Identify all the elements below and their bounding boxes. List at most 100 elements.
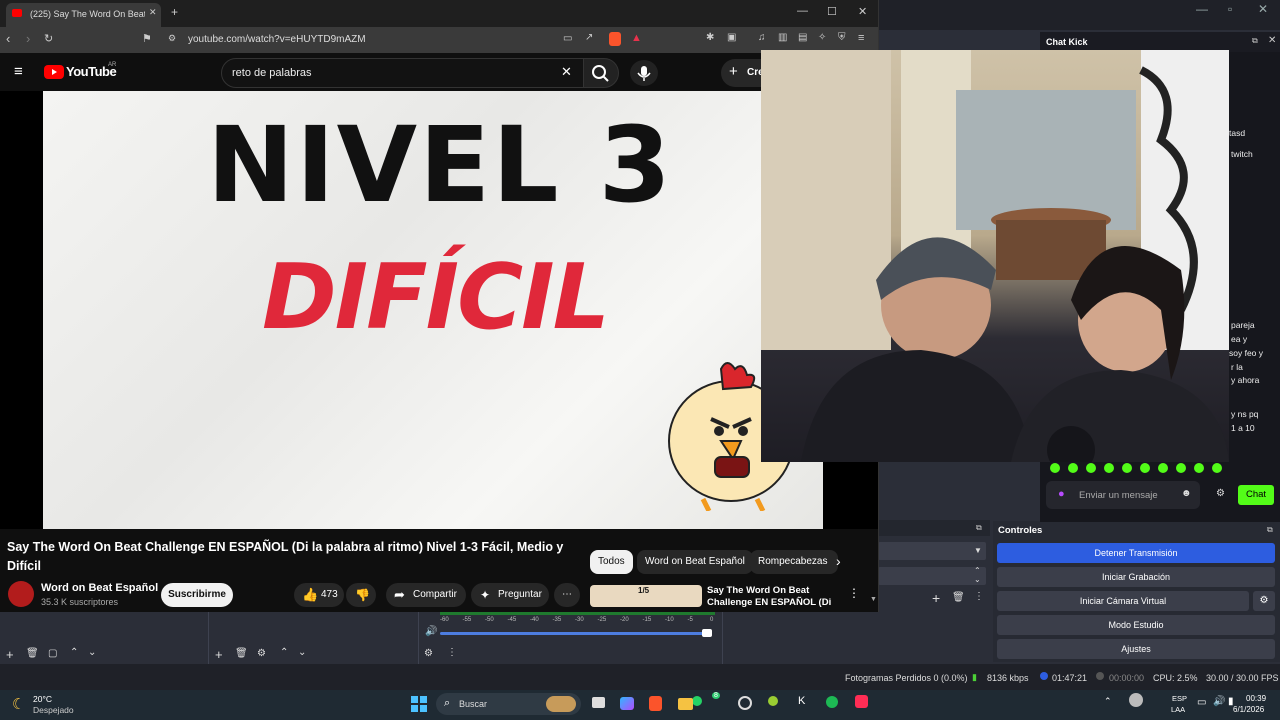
recommended-menu-icon[interactable]: ⋮	[848, 586, 860, 600]
recommended-thumbnail[interactable]: 1/5	[590, 585, 702, 607]
studio-mode-button[interactable]: Modo Estudio	[997, 615, 1275, 635]
screenshot-icon[interactable]: ▣	[727, 32, 736, 43]
chip-puzzles[interactable]: Rompecabezas	[750, 550, 838, 574]
clear-search-icon[interactable]: ✕	[561, 64, 572, 80]
duration-spinbox[interactable]	[878, 567, 986, 585]
chevron-up-icon[interactable]: ⌃	[1104, 696, 1112, 707]
virtual-camera-button[interactable]: Iniciar Cámara Virtual	[997, 591, 1249, 611]
windows-start-icon[interactable]	[410, 695, 428, 713]
transition-select[interactable]	[878, 542, 986, 560]
chip-channel[interactable]: Word on Beat Español	[637, 550, 753, 574]
hamburger-icon[interactable]: ≡	[14, 63, 23, 80]
close-icon[interactable]: ✕	[1268, 35, 1276, 46]
copilot-icon[interactable]	[620, 697, 634, 710]
tiktok-icon[interactable]	[855, 695, 868, 708]
dislike-button[interactable]: 👎	[346, 583, 376, 607]
dock-float-icon[interactable]: ⧉	[976, 523, 982, 533]
add-transition-icon[interactable]: +	[932, 590, 940, 606]
vpn-icon[interactable]: ⛨	[838, 32, 846, 43]
url-field[interactable]: youtube.com/watch?v=eHUYTD9mAZM	[188, 34, 366, 45]
new-tab-icon[interactable]: +	[171, 5, 178, 19]
obs-taskbar-icon[interactable]	[738, 696, 752, 710]
clock-time[interactable]: 00:39	[1246, 694, 1266, 703]
chat-settings-icon[interactable]: ⚙	[1216, 488, 1225, 499]
mic-icon[interactable]: ●	[1058, 488, 1065, 500]
source-down-icon[interactable]: ⌄	[298, 647, 306, 658]
share-icon[interactable]: ↗	[585, 32, 593, 43]
channel-avatar[interactable]	[8, 581, 34, 607]
sidebar-icon[interactable]: ▥	[778, 32, 787, 43]
leo-icon[interactable]: ✧	[818, 32, 826, 43]
source-up-icon[interactable]: ⌃	[280, 647, 288, 658]
file-explorer-icon[interactable]	[678, 698, 693, 710]
task-view-icon[interactable]	[592, 697, 605, 708]
reload-icon[interactable]: ↻	[44, 32, 53, 45]
add-scene-icon[interactable]: +	[6, 647, 14, 662]
mixer-settings-icon[interactable]: ⚙	[424, 648, 433, 659]
kick-icon[interactable]: K	[798, 695, 805, 707]
recommended-title[interactable]: Say The Word On Beat Challenge EN ESPAÑO…	[707, 585, 837, 609]
source-settings-icon[interactable]: ⚙	[257, 648, 266, 659]
scroll-down-icon[interactable]: ▼	[870, 596, 877, 603]
like-button[interactable]: 👍 473	[294, 583, 344, 607]
mixer-menu-icon[interactable]: ⋮	[447, 647, 457, 658]
tray-app-icon[interactable]	[1129, 693, 1143, 707]
youtube-logo-icon[interactable]	[44, 65, 64, 79]
volume-slider[interactable]	[440, 632, 710, 635]
emoji-icon[interactable]: ☻	[1181, 488, 1192, 499]
input-layout[interactable]: LAA	[1171, 705, 1185, 714]
temperature[interactable]: 20°C	[33, 694, 52, 704]
start-recording-button[interactable]: Iniciar Grabación	[997, 567, 1275, 587]
clock-date[interactable]: 6/1/2026	[1233, 705, 1264, 714]
dock-float-icon[interactable]: ⧉	[1267, 525, 1273, 535]
close-icon[interactable]: ✕	[1258, 2, 1268, 16]
volume-icon[interactable]: 🔊	[425, 626, 437, 637]
brave-rewards-icon[interactable]: ▲	[631, 32, 642, 44]
move-up-icon[interactable]: ⌃	[70, 647, 78, 658]
minimize-icon[interactable]: —	[1196, 2, 1208, 16]
chip-all[interactable]: Todos	[590, 550, 633, 574]
chat-send-button[interactable]: Chat	[1238, 485, 1274, 505]
voice-search-icon[interactable]	[630, 60, 658, 86]
input-language[interactable]: ESP	[1172, 694, 1187, 703]
speaker-icon[interactable]: 🔊	[1213, 696, 1225, 707]
subscribe-button[interactable]: Suscribirme	[161, 583, 233, 607]
remove-source-icon[interactable]: 🗑	[235, 648, 248, 659]
stop-stream-button[interactable]: Detener Transmisión	[997, 543, 1275, 563]
bookmark-icon[interactable]: ⚑	[142, 32, 152, 45]
chat-message-input[interactable]: ● Enviar un mensaje ☻	[1046, 481, 1200, 509]
add-source-icon[interactable]: +	[215, 647, 223, 662]
tab-close-icon[interactable]: ✕	[149, 7, 157, 18]
virtual-camera-settings-icon[interactable]: ⚙	[1253, 591, 1275, 611]
filter-icon[interactable]: ▢	[48, 648, 57, 659]
brave-shields-icon[interactable]	[609, 32, 621, 46]
maximize-icon[interactable]: ☐	[827, 5, 837, 18]
more-actions-icon[interactable]: ⋯	[554, 583, 580, 607]
move-down-icon[interactable]: ⌄	[88, 647, 96, 658]
extensions-icon[interactable]: ✱	[706, 32, 714, 43]
weather-moon-icon[interactable]: ☾	[12, 695, 25, 713]
browser-tab[interactable]: (225) Say The Word On Beat Cha ✕	[6, 3, 161, 27]
emote-bar[interactable]	[1048, 461, 1230, 475]
settings-button[interactable]: Ajustes	[997, 639, 1275, 659]
spotify-icon[interactable]	[826, 696, 838, 708]
menu-icon[interactable]: ≡	[858, 32, 864, 44]
cast-icon[interactable]: ▭	[563, 33, 572, 44]
close-icon[interactable]: ✕	[858, 5, 867, 18]
network-icon[interactable]: ▭	[1197, 697, 1206, 708]
chevron-right-icon[interactable]: ›	[836, 553, 841, 569]
wallet-icon[interactable]: ▤	[798, 32, 807, 43]
weather-condition[interactable]: Despejado	[33, 705, 74, 715]
whatsapp-icon[interactable]	[692, 696, 702, 706]
minimize-icon[interactable]: —	[797, 5, 808, 17]
search-button[interactable]	[583, 58, 619, 88]
ask-button[interactable]: ✦ Preguntar	[471, 583, 549, 607]
brave-taskbar-icon[interactable]	[649, 696, 662, 711]
app-icon[interactable]	[768, 696, 778, 706]
media-icon[interactable]: ♫	[758, 32, 766, 43]
dock-float-icon[interactable]: ⧉	[1252, 36, 1258, 46]
remove-scene-icon[interactable]: 🗑	[26, 648, 39, 659]
transition-menu-icon[interactable]: ⋮	[974, 591, 984, 602]
forward-icon[interactable]: ›	[26, 31, 30, 46]
back-icon[interactable]: ‹	[6, 31, 10, 46]
